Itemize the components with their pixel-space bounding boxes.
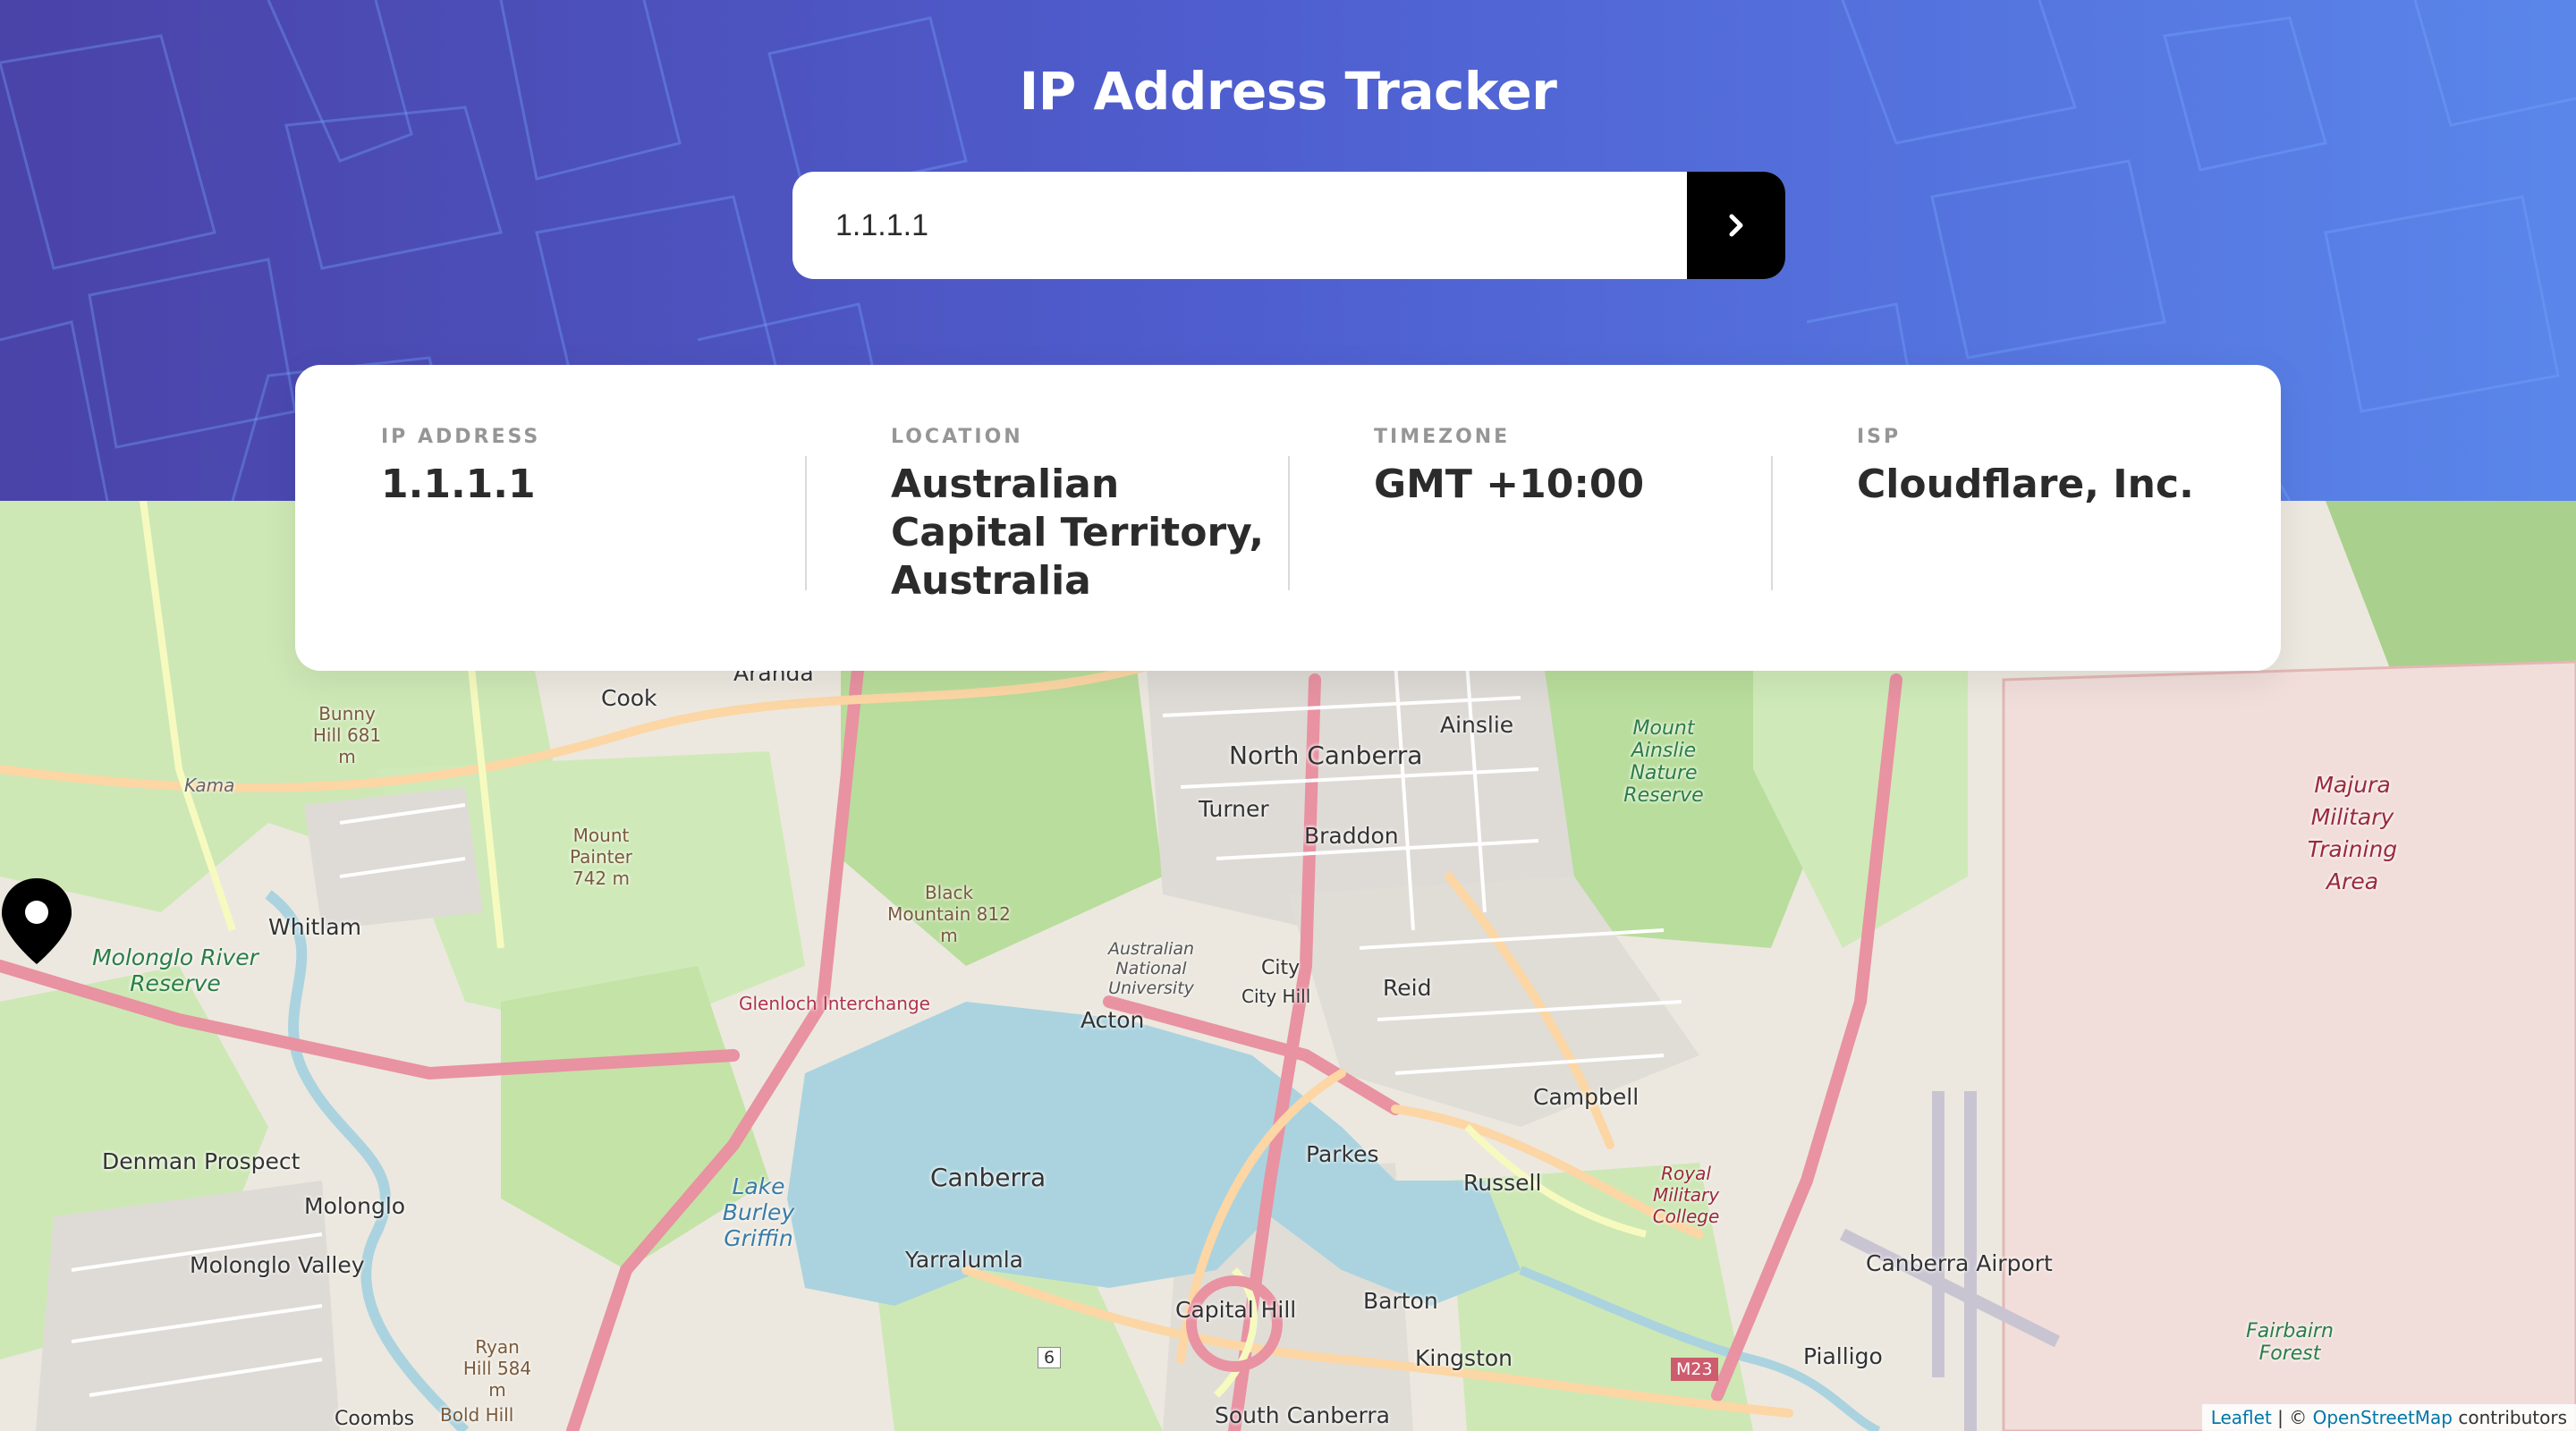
map-label-acton: Acton	[1080, 1007, 1145, 1033]
isp-stat: ISP Cloudflare, Inc.	[1771, 426, 2254, 671]
ip-address-value: 1.1.1.1	[381, 461, 536, 507]
isp-label: ISP	[1857, 426, 1902, 448]
map-label-kingston: Kingston	[1415, 1345, 1513, 1371]
map-label-royal-military-college: Royal Military College	[1652, 1163, 1720, 1227]
search-bar	[792, 172, 1785, 279]
page-title: IP Address Tracker	[1019, 61, 1557, 122]
map-label-black-mountain: Black Mountain 812 m	[887, 882, 1011, 946]
map-label-molonglo-valley: Molonglo Valley	[190, 1252, 365, 1278]
map-label-canberra-airport: Canberra Airport	[1866, 1250, 2053, 1276]
map-label-parkes: Parkes	[1306, 1141, 1379, 1167]
map-label-russell: Russell	[1463, 1170, 1542, 1196]
ip-address-stat: IP ADDRESS 1.1.1.1	[295, 426, 805, 671]
map-label-fairbairn-forest: Fairbairn Forest	[2246, 1320, 2334, 1365]
map-label-coombs: Coombs	[335, 1408, 415, 1430]
map-label-north-canberra: North Canberra	[1229, 741, 1423, 770]
map-label-majura: Majura Military Training Area	[2307, 772, 2398, 894]
isp-value: Cloudflare, Inc.	[1857, 461, 2194, 507]
map-label-denman-prospect: Denman Prospect	[102, 1148, 301, 1174]
map-label-south-canberra: South Canberra	[1215, 1402, 1390, 1428]
map-label-whitlam: Whitlam	[268, 914, 361, 940]
map-attribution: Leaflet | © OpenStreetMap contributors	[2201, 1404, 2576, 1431]
map-label-campbell: Campbell	[1533, 1084, 1640, 1110]
attribution-suffix: contributors	[2453, 1407, 2567, 1428]
timezone-value: GMT +10:00	[1374, 461, 1645, 507]
openstreetmap-link[interactable]: OpenStreetMap	[2313, 1407, 2453, 1428]
location-stat: LOCATION Australian Capital Territory, A…	[805, 426, 1288, 671]
map-label-glenloch: Glenloch Interchange	[739, 993, 930, 1014]
map-label-canberra: Canberra	[930, 1163, 1046, 1192]
leaflet-link[interactable]: Leaflet	[2211, 1407, 2272, 1428]
search-submit-button[interactable]	[1687, 172, 1785, 279]
map-label-lake-burley-griffin: Lake Burley Griffin	[722, 1173, 795, 1251]
map-label-city: City	[1261, 957, 1301, 979]
map-label-cook: Cook	[601, 685, 657, 711]
location-pin-icon[interactable]	[0, 876, 73, 966]
map-label-ryan-hill: Ryan Hill 584 m	[462, 1336, 532, 1401]
map-label-capital-hill: Capital Hill	[1175, 1297, 1297, 1323]
map-label-yarralumla: Yarralumla	[905, 1247, 1023, 1273]
ip-address-label: IP ADDRESS	[381, 426, 541, 448]
map-label-bunny-hill: Bunny Hill 681 m	[312, 703, 382, 767]
map-label-ainslie: Ainslie	[1440, 712, 1514, 738]
map-label-molonglo: Molonglo	[304, 1193, 406, 1219]
timezone-label: TIMEZONE	[1374, 426, 1511, 448]
map-label-mount-ainslie: Mount Ainslie Nature Reserve	[1623, 717, 1704, 807]
map-label-turner: Turner	[1199, 796, 1269, 822]
map-label-braddon: Braddon	[1304, 823, 1399, 849]
map-label-city-hill: City Hill	[1241, 986, 1311, 1007]
location-value: Australian Capital Territory, Australia	[891, 461, 1265, 604]
map-label-anu: Australian National University	[1107, 939, 1195, 998]
map-label-bold-hill: Bold Hill	[440, 1404, 514, 1426]
timezone-stat: TIMEZONE GMT +10:00	[1288, 426, 1771, 671]
map-label-molonglo-river-reserve: Molonglo River Reserve	[92, 944, 258, 996]
map-label-reid: Reid	[1383, 975, 1432, 1001]
map-label-barton: Barton	[1363, 1288, 1438, 1314]
attribution-separator: | ©	[2271, 1407, 2313, 1428]
chevron-right-icon	[1729, 214, 1743, 237]
map-label-pialligo: Pialligo	[1803, 1343, 1883, 1369]
ip-search-input[interactable]	[792, 172, 1687, 279]
map-label-kama: Kama	[184, 775, 235, 796]
ip-info-card: IP ADDRESS 1.1.1.1 LOCATION Australian C…	[295, 365, 2281, 671]
location-label: LOCATION	[891, 426, 1023, 448]
map-label-route6: 6	[1038, 1347, 1062, 1368]
map-label-m23: M23	[1671, 1358, 1718, 1381]
map-label-mount-painter: Mount Painter 742 m	[569, 825, 633, 889]
